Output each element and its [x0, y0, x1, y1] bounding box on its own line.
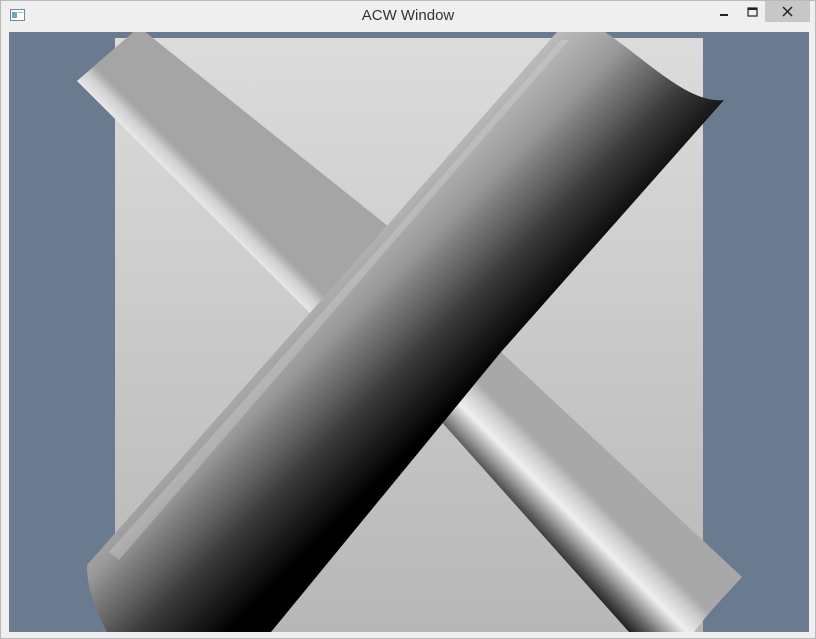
minimize-icon — [720, 13, 728, 16]
minimize-button[interactable] — [709, 1, 739, 22]
window-title: ACW Window — [361, 7, 455, 24]
maximize-icon — [746, 6, 758, 17]
close-button[interactable] — [765, 1, 810, 22]
maximize-button[interactable] — [739, 1, 765, 22]
render-viewport[interactable] — [9, 32, 809, 632]
rendered-scene — [77, 32, 742, 632]
title-bar[interactable]: ACW Window — [1, 1, 815, 31]
close-icon — [782, 6, 793, 17]
app-window: ACW Window — [0, 0, 816, 639]
